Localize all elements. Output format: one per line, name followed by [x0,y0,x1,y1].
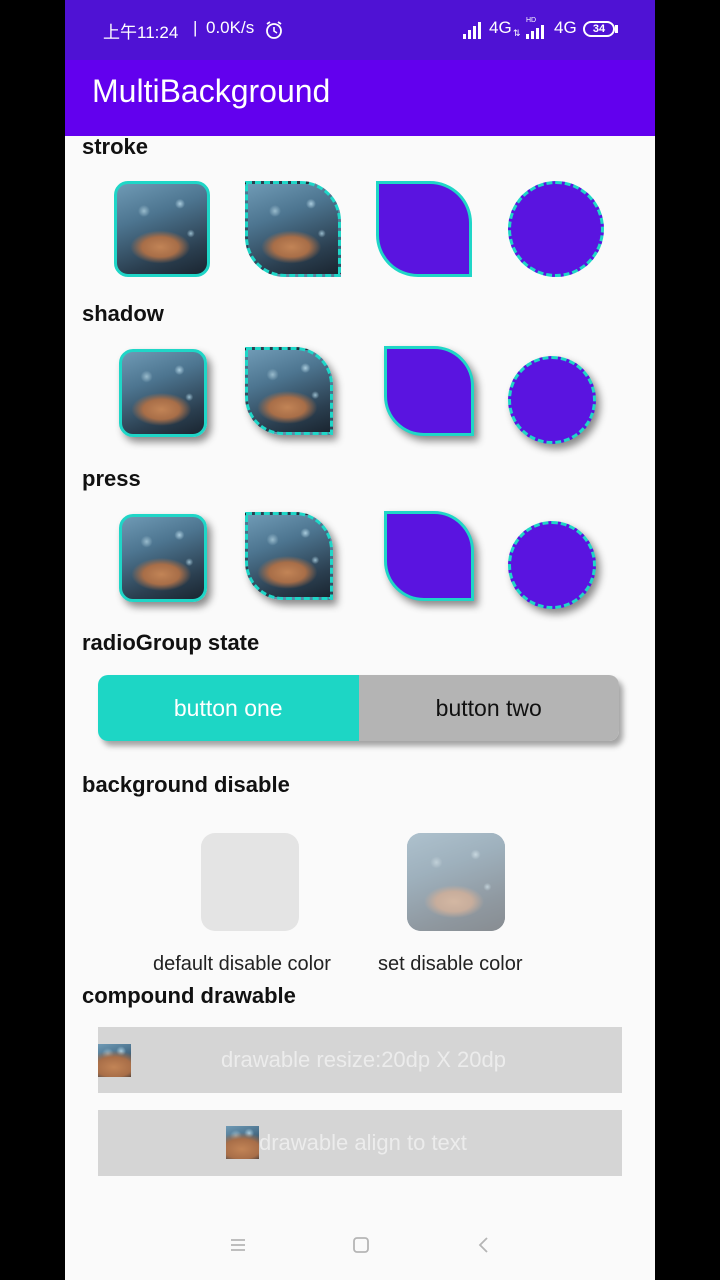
stroke-image-leaf-dashed[interactable] [245,181,341,277]
signal-bars-icon [526,25,544,39]
radio-button-one[interactable]: button one [98,675,359,741]
shadow-image-leaf-dashed[interactable] [245,347,333,435]
disabled-overlay [407,833,505,931]
section-title-press: press [82,466,141,491]
menu-icon[interactable] [229,1236,247,1254]
compound-button-align-label: drawable align to text [259,1130,467,1155]
caption-set-disable: set disable color [378,953,523,975]
shadow-image-rounded[interactable] [119,349,207,437]
battery-tip [615,25,618,33]
status-bar: 上午11:24 | 0.0K/s 4G ⇅ HD 4G 34 [65,0,655,60]
alarm-clock-icon [266,21,282,39]
caption-default-disable: default disable color [153,953,331,975]
app-title-overlay: MultiBackground [92,73,331,109]
compound-button-align[interactable]: drawable align to text [98,1110,622,1176]
press-purple-leaf[interactable] [384,511,474,601]
compound-button-resize-label: drawable resize:20dp X 20dp [221,1047,506,1072]
network-type-1: 4G [489,18,512,37]
compound-button-resize[interactable]: drawable resize:20dp X 20dp [98,1027,622,1093]
hd-badge: HD [526,17,537,24]
radio-group: button one button two [98,675,619,741]
shadow-purple-circle-dashed[interactable] [508,356,596,444]
phone-screen: 上午11:24 | 0.0K/s 4G ⇅ HD 4G 34 Multi [65,0,655,1280]
press-image-leaf-dashed[interactable] [245,512,333,600]
status-divider: | [193,18,198,37]
section-title-shadow: shadow [82,301,164,326]
radio-button-two-label: button two [435,694,542,721]
shadow-purple-leaf[interactable] [384,346,474,436]
signal-bars-icon [463,22,481,39]
stroke-purple-circle-dashed[interactable] [508,181,604,277]
stroke-image-rounded[interactable] [114,181,210,277]
network-type-2: 4G [554,18,577,37]
drawable-image-icon [98,1044,131,1077]
section-title-compound: compound drawable [82,983,296,1008]
section-title-stroke: stroke [82,134,149,159]
disabled-tile-default [201,833,299,931]
battery-icon: 34 [583,21,615,37]
status-net-speed: 0.0K/s [206,18,255,37]
radio-button-one-label: button one [173,694,283,721]
disabled-tile-custom [407,833,505,931]
section-title-disable: background disable [82,772,290,797]
stroke-purple-leaf[interactable] [376,181,472,277]
battery-level: 34 [592,23,606,35]
status-time: 上午11:24 [103,23,179,42]
section-title-radiogroup: radioGroup state [82,630,260,655]
press-purple-circle-dashed[interactable] [508,521,596,609]
radio-button-two[interactable]: button two [358,675,619,741]
status-arrows: ⇅ [513,28,521,38]
press-image-rounded[interactable] [119,514,207,602]
drawable-image-icon [226,1126,259,1159]
back-chevron-icon[interactable] [475,1236,493,1254]
home-square-icon[interactable] [352,1236,370,1254]
